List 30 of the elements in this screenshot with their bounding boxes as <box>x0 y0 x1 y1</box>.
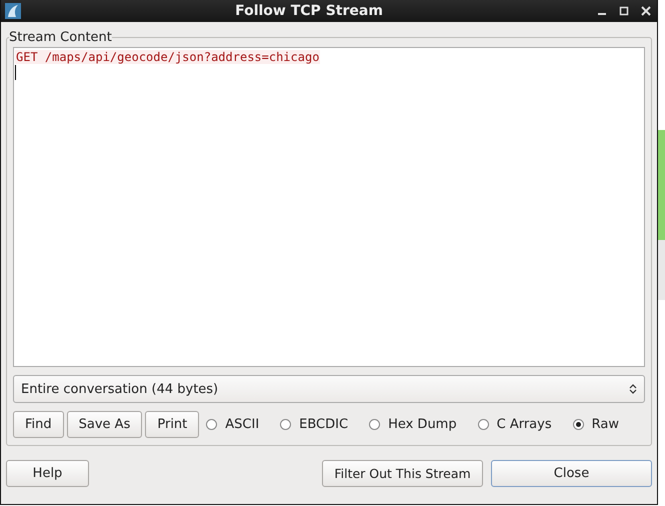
format-radio[interactable]: C Arrays <box>478 417 552 432</box>
close-button[interactable]: Close <box>491 460 652 487</box>
radio-button[interactable] <box>478 419 489 430</box>
action-button[interactable]: Save As <box>66 411 142 438</box>
radio-label: C Arrays <box>496 417 552 432</box>
radio-button[interactable] <box>572 419 584 430</box>
radio-label: Hex Dump <box>388 417 457 432</box>
format-radio[interactable]: Raw <box>572 417 619 432</box>
action-button[interactable]: Print <box>145 411 200 438</box>
filter-out-button[interactable]: Filter Out This Stream <box>322 460 483 487</box>
group-label: Stream Content <box>9 30 112 45</box>
fin-icon <box>5 3 21 19</box>
help-button[interactable]: Help <box>6 460 89 487</box>
radio-label: EBCDIC <box>299 417 348 432</box>
format-radio[interactable]: EBCDIC <box>280 417 348 432</box>
conversation-dropdown[interactable]: Entire conversation (44 bytes) <box>13 375 645 403</box>
format-radio[interactable]: Hex Dump <box>369 417 457 432</box>
text-cursor <box>15 65 16 80</box>
maximize-icon[interactable] <box>619 6 629 16</box>
window-title: Follow TCP Stream <box>234 3 384 19</box>
stream-text-area[interactable]: GET /maps/api/geocode/json?address=chicago <box>13 47 645 367</box>
radio-label: Raw <box>592 417 619 432</box>
close-icon[interactable] <box>641 6 651 16</box>
spinner-arrows-icon <box>629 383 637 395</box>
action-button[interactable]: Find <box>13 411 64 438</box>
radio-button[interactable] <box>206 419 218 430</box>
radio-button[interactable] <box>369 419 380 430</box>
format-radio[interactable]: ASCII <box>206 417 260 432</box>
radio-label: ASCII <box>225 417 260 432</box>
radio-button[interactable] <box>280 419 292 430</box>
